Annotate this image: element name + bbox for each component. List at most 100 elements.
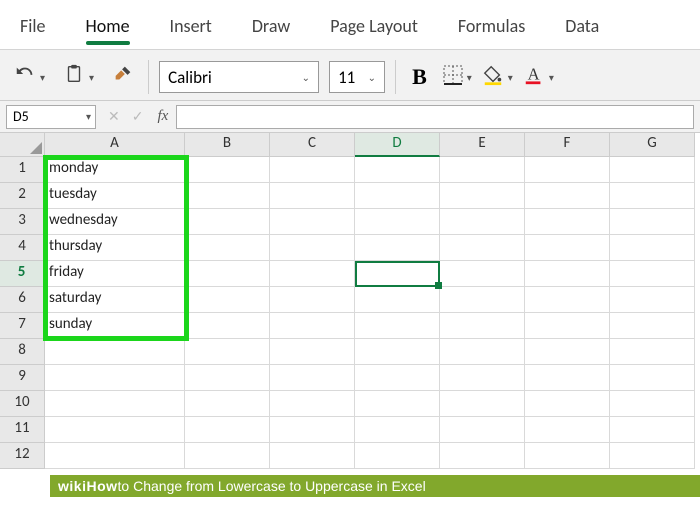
cell[interactable] [355,209,440,235]
cell[interactable] [440,417,525,443]
row-header[interactable]: 7 [0,313,45,339]
cell[interactable] [525,235,610,261]
cell-A3[interactable]: wednesday [45,209,185,235]
cell[interactable] [45,417,185,443]
font-size-select[interactable]: 11 ⌄ [329,61,385,93]
cell[interactable] [440,235,525,261]
row-header[interactable]: 12 [0,443,45,469]
cell-D5[interactable] [355,261,440,287]
row-header[interactable]: 4 [0,235,45,261]
cell[interactable] [610,365,695,391]
cell[interactable] [525,339,610,365]
cell[interactable] [45,339,185,365]
format-painter-button[interactable] [108,61,138,93]
cell[interactable] [355,365,440,391]
cell-A2[interactable]: tuesday [45,183,185,209]
cell[interactable] [270,235,355,261]
tab-data[interactable]: Data [545,5,619,49]
cell[interactable] [440,391,525,417]
cell[interactable] [355,287,440,313]
cell[interactable] [185,443,270,469]
cell[interactable] [270,261,355,287]
row-header[interactable]: 8 [0,339,45,365]
cell[interactable] [185,287,270,313]
name-box[interactable]: D5 ▾ [6,105,96,129]
tab-draw[interactable]: Draw [232,5,310,49]
cell[interactable] [525,365,610,391]
row-header[interactable]: 2 [0,183,45,209]
cell[interactable] [270,391,355,417]
cell[interactable] [610,261,695,287]
cell[interactable] [270,183,355,209]
cell[interactable] [185,183,270,209]
cell[interactable] [525,417,610,443]
cell[interactable] [355,313,440,339]
fx-label[interactable]: fx [149,108,176,125]
cell[interactable] [610,287,695,313]
cell[interactable] [45,391,185,417]
row-header[interactable]: 6 [0,287,45,313]
cell[interactable] [355,417,440,443]
cancel-icon[interactable]: ✕ [102,108,126,125]
tab-page-layout[interactable]: Page Layout [310,5,438,49]
cell[interactable] [440,183,525,209]
confirm-icon[interactable]: ✓ [126,108,150,125]
bold-button[interactable]: B [406,64,433,90]
row-header[interactable]: 9 [0,365,45,391]
cell-A4[interactable]: thursday [45,235,185,261]
cell-A7[interactable]: sunday [45,313,185,339]
cell[interactable] [355,183,440,209]
row-header[interactable]: 1 [0,157,45,183]
cell-A1[interactable]: monday [45,157,185,183]
column-header-G[interactable]: G [610,133,695,157]
formula-input[interactable] [176,105,694,129]
cell[interactable] [185,391,270,417]
cell[interactable] [270,287,355,313]
row-header[interactable]: 5 [0,261,45,287]
undo-button[interactable]: ▾ [10,61,49,93]
cell[interactable] [440,443,525,469]
tab-formulas[interactable]: Formulas [438,5,545,49]
cell[interactable] [185,209,270,235]
column-header-C[interactable]: C [270,133,355,157]
cell[interactable] [610,443,695,469]
cell[interactable] [525,261,610,287]
paste-button[interactable]: ▾ [59,60,98,94]
cell[interactable] [440,313,525,339]
row-header[interactable]: 3 [0,209,45,235]
cell[interactable] [610,339,695,365]
tab-insert[interactable]: Insert [150,5,232,49]
cell[interactable] [440,365,525,391]
cell[interactable] [45,443,185,469]
cell[interactable] [45,365,185,391]
cell[interactable] [525,157,610,183]
tab-home[interactable]: Home [66,5,150,49]
cell[interactable] [270,339,355,365]
cell[interactable] [355,339,440,365]
cell[interactable] [270,443,355,469]
font-family-select[interactable]: Calibri ⌄ [159,61,319,93]
cell[interactable] [355,157,440,183]
cell[interactable] [270,157,355,183]
borders-button[interactable]: ▾ [443,65,472,90]
cell[interactable] [185,313,270,339]
cell[interactable] [610,157,695,183]
column-header-F[interactable]: F [525,133,610,157]
cell[interactable] [185,339,270,365]
cell[interactable] [440,287,525,313]
cell[interactable] [610,235,695,261]
cell[interactable] [610,417,695,443]
cell[interactable] [440,209,525,235]
cell[interactable] [270,313,355,339]
cell[interactable] [525,443,610,469]
cell[interactable] [440,157,525,183]
cell[interactable] [270,417,355,443]
cell[interactable] [440,261,525,287]
column-header-D[interactable]: D [355,133,440,157]
tab-file[interactable]: File [0,5,66,49]
cell[interactable] [610,183,695,209]
cell[interactable] [525,287,610,313]
cell-A5[interactable]: friday [45,261,185,287]
column-header-B[interactable]: B [185,133,270,157]
cell[interactable] [610,209,695,235]
